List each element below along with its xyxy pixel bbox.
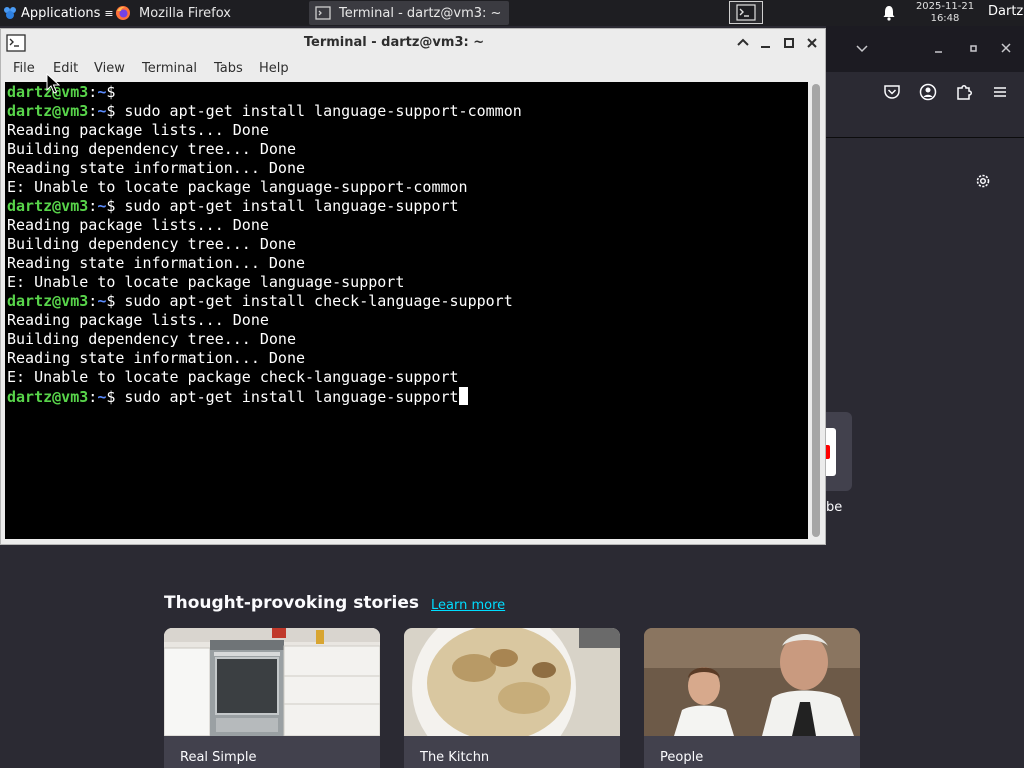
terminal-output-line: Reading state information... Done: [7, 349, 306, 367]
user-menu-button[interactable]: Dartz: [988, 4, 1023, 19]
terminal-prompt-line: dartz@vm3:~$ sudo apt-get install langua…: [7, 102, 522, 121]
prompt-path: ~: [97, 102, 107, 120]
top-site-label: be: [826, 500, 843, 515]
story-card[interactable]: People: [644, 628, 860, 768]
story-card[interactable]: Real Simple: [164, 628, 380, 768]
terminal-output-line: E: Unable to locate package language-sup…: [7, 178, 468, 196]
prompt-user: dartz@vm3: [7, 102, 89, 120]
prompt-dollar: $: [106, 83, 125, 101]
stories-heading: Thought-provoking stories: [164, 593, 420, 613]
terminal-scrollbar[interactable]: [809, 82, 825, 539]
terminal-prompt-line: dartz@vm3:~$ sudo apt-get install check-…: [7, 292, 522, 311]
notifications-bell-icon[interactable]: [881, 5, 897, 21]
menu-terminal[interactable]: Terminal: [142, 61, 197, 76]
list-all-tabs-chevron-icon[interactable]: [854, 40, 870, 56]
prompt-dollar: $: [106, 102, 125, 120]
terminal-menubar: File Edit View Terminal Tabs Help: [1, 58, 825, 81]
account-icon[interactable]: [918, 82, 938, 102]
prompt-colon: :: [88, 102, 98, 120]
prompt-dollar: $: [106, 197, 125, 215]
clock-time: 16:48: [930, 13, 960, 24]
prompt-path: ~: [97, 83, 107, 101]
story-source: The Kitchn: [420, 750, 490, 765]
prompt-user: dartz@vm3: [7, 388, 89, 406]
firefox-close-icon[interactable]: [998, 40, 1014, 56]
terminal-launcher-button[interactable]: [729, 1, 763, 24]
terminal-icon: [315, 6, 331, 20]
mouse-pointer-icon: [46, 73, 60, 94]
story-card[interactable]: The Kitchn: [404, 628, 620, 768]
prompt-colon: :: [88, 388, 98, 406]
prompt-dollar: $: [106, 388, 125, 406]
applications-label: Applications: [21, 5, 101, 21]
prompt-user: dartz@vm3: [7, 292, 89, 310]
command-text: sudo apt-get install check-language-supp…: [124, 292, 513, 310]
prompt-dollar: $: [106, 292, 125, 310]
close-icon[interactable]: [804, 35, 820, 51]
story-image-people: [644, 628, 860, 736]
menu-help[interactable]: Help: [259, 61, 289, 76]
hamburger-menu-icon[interactable]: [990, 82, 1010, 102]
panel-clock[interactable]: 2025-11-21 16:48: [908, 1, 982, 25]
story-source: Real Simple: [180, 750, 257, 765]
terminal-titlebar[interactable]: Terminal - dartz@vm3: ~: [1, 29, 825, 58]
terminal-screen[interactable]: dartz@vm3:~$ dartz@vm3:~$ sudo apt-get i…: [5, 82, 808, 539]
terminal-output-line: Building dependency tree... Done: [7, 140, 296, 158]
terminal-output-line: E: Unable to locate package check-langua…: [7, 368, 459, 386]
taskbar-item-terminal[interactable]: Terminal - dartz@vm3: ~: [309, 1, 509, 25]
menu-view[interactable]: View: [94, 61, 125, 76]
extensions-puzzle-icon[interactable]: [954, 82, 974, 102]
terminal-window: Terminal - dartz@vm3: ~ File Edit View T…: [0, 28, 826, 545]
command-text: sudo apt-get install language-support: [124, 197, 459, 215]
command-text: sudo apt-get install language-support-co…: [124, 102, 522, 120]
taskbar-item-firefox[interactable]: Mozilla Firefox: [109, 1, 307, 25]
terminal-output: dartz@vm3:~$ dartz@vm3:~$ sudo apt-get i…: [7, 83, 522, 407]
terminal-output-line: Building dependency tree... Done: [7, 235, 296, 253]
terminal-output-line: Reading package lists... Done: [7, 311, 269, 329]
window-title: Terminal - dartz@vm3: ~: [303, 35, 485, 50]
prompt-path: ~: [97, 292, 107, 310]
top-panel: Applications ≡ Mozilla Firefox Terminal …: [0, 0, 1024, 26]
prompt-user: dartz@vm3: [7, 197, 89, 215]
prompt-path: ~: [97, 197, 107, 215]
menu-file[interactable]: File: [13, 61, 35, 76]
terminal-prompt-line: dartz@vm3:~$ sudo apt-get install langua…: [7, 387, 522, 407]
settings-gear-icon[interactable]: [973, 171, 993, 191]
terminal-prompt-line: dartz@vm3:~$ sudo apt-get install langua…: [7, 197, 522, 216]
terminal-output-line: E: Unable to locate package language-sup…: [7, 273, 405, 291]
prompt-colon: :: [88, 83, 98, 101]
taskbar-terminal-label: Terminal - dartz@vm3: ~: [339, 5, 502, 21]
shade-chevron-up-icon[interactable]: [735, 35, 751, 51]
menu-tabs[interactable]: Tabs: [214, 61, 243, 76]
terminal-output-line: Reading state information... Done: [7, 159, 306, 177]
prompt-colon: :: [88, 292, 98, 310]
story-image-kitchen: [164, 628, 380, 736]
terminal-output-line: Building dependency tree... Done: [7, 330, 296, 348]
story-source: People: [660, 750, 704, 765]
applications-menu-button[interactable]: Applications ≡: [0, 0, 118, 26]
firefox-minimize-icon[interactable]: [931, 40, 947, 56]
story-image-food: [404, 628, 620, 736]
xfce-mouse-icon: [4, 7, 16, 19]
prompt-path: ~: [97, 388, 107, 406]
terminal-output-line: Reading state information... Done: [7, 254, 306, 272]
terminal-prompt-line: dartz@vm3:~$: [7, 83, 522, 102]
clock-date: 2025-11-21: [915, 1, 975, 12]
scrollbar-thumb[interactable]: [812, 84, 820, 537]
command-text: sudo apt-get install language-support: [124, 388, 459, 406]
taskbar-firefox-label: Mozilla Firefox: [139, 5, 231, 21]
terminal-cursor: [458, 387, 468, 405]
maximize-icon[interactable]: [781, 35, 797, 51]
terminal-launcher-icon: [736, 3, 756, 21]
firefox-icon: [116, 6, 130, 20]
prompt-colon: :: [88, 197, 98, 215]
terminal-output-line: Reading package lists... Done: [7, 121, 269, 139]
terminal-window-icon[interactable]: [6, 34, 26, 52]
terminal-output-line: Reading package lists... Done: [7, 216, 269, 234]
minimize-icon[interactable]: [758, 35, 774, 51]
pocket-icon[interactable]: [882, 82, 902, 102]
firefox-maximize-icon[interactable]: [965, 40, 981, 56]
learn-more-link[interactable]: Learn more: [431, 598, 505, 613]
